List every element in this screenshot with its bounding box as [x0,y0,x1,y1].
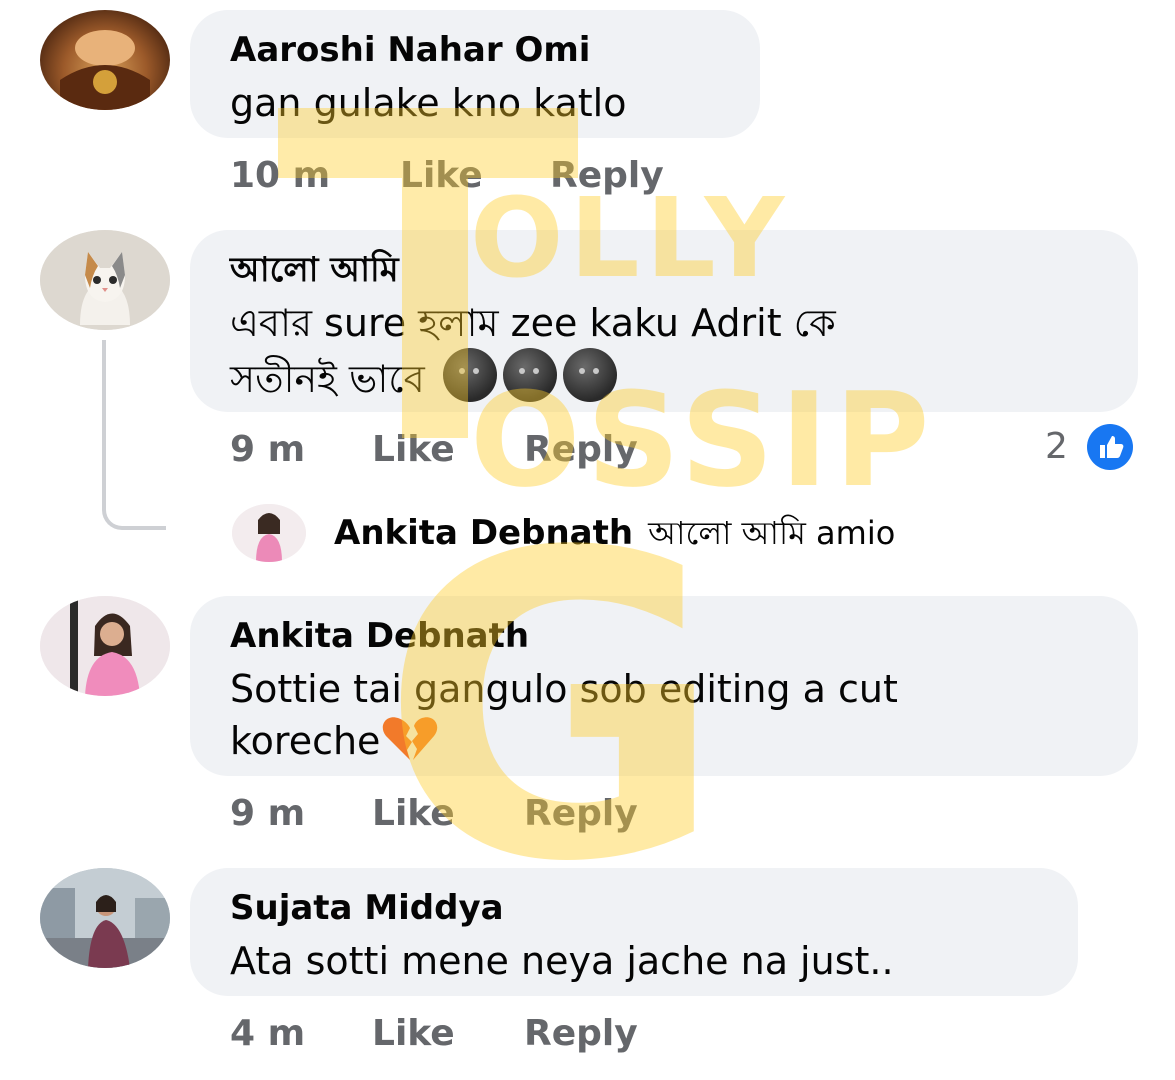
avatar-image [40,868,170,968]
comment-bubble[interactable]: আলো আমি এবার sure হলাম zee kaku Adrit কে… [190,230,1138,412]
like-button[interactable]: Like [400,154,483,198]
avatar-image [232,504,306,562]
comment-bubble[interactable]: Sujata Middya Ata sotti mene neya jache … [190,868,1078,996]
like-button[interactable]: Like [372,1012,455,1056]
avatar[interactable] [40,596,170,696]
comment-author[interactable]: Ankita Debnath [230,616,1098,656]
avatar[interactable] [40,10,170,110]
reply-button[interactable]: Reply [524,792,638,836]
comment-timestamp[interactable]: 9 m [230,792,305,836]
reply-button[interactable]: Reply [550,154,664,198]
avatar-image [40,596,170,696]
comment-actions: 9 m Like Reply [230,428,730,472]
avatar[interactable] [40,230,170,330]
comment-author[interactable]: Sujata Middya [230,888,1038,928]
comment-text: gan gulake kno katlo [230,81,627,125]
new-moon-face-emoji-icon [562,348,617,402]
reply-text: আলো আমি amio [648,514,896,552]
comment-author[interactable]: আলো আমি [230,250,1098,290]
new-moon-face-emoji-icon [502,348,557,402]
comment-actions: 9 m Like Reply [230,792,730,836]
comment-text-line-2: সতীনই ভাবে [230,357,425,401]
like-button[interactable]: Like [372,428,455,472]
reply-button[interactable]: Reply [524,428,638,472]
comment-bubble[interactable]: Aaroshi Nahar Omi gan gulake kno katlo [190,10,760,138]
comment-actions: 4 m Like Reply [230,1012,730,1056]
reply-author[interactable]: Ankita Debnath [334,513,633,553]
comment-bubble[interactable]: Ankita Debnath Sottie tai gangulo sob ed… [190,596,1138,776]
reply-button[interactable]: Reply [524,1012,638,1056]
thread-connector [102,340,166,530]
comment-text: Ata sotti mene neya jache na just.. [230,939,894,983]
like-reaction-icon [1087,424,1133,470]
broken-heart-emoji-icon [383,717,438,760]
comment-text-line-2-wrap: সতীনই ভাবে [230,348,1098,404]
comment-timestamp[interactable]: 10 m [230,154,330,198]
reply-content: Ankita Debnath আলো আমি amio [334,512,895,560]
comment-actions: 10 m Like Reply [230,154,730,198]
comment-author[interactable]: Aaroshi Nahar Omi [230,30,720,70]
comment-text-line-1: Sottie tai gangulo sob editing a cut [230,667,898,711]
reaction-count: 2 [1045,426,1068,467]
like-button[interactable]: Like [372,792,455,836]
comment-timestamp[interactable]: 9 m [230,428,305,472]
comment-text-line-2-wrap: koreche [230,714,1098,766]
avatar[interactable] [232,504,306,562]
avatar[interactable] [40,868,170,968]
comment-text-line-2: koreche [230,719,381,763]
comment-text-line-1: এবার sure হলাম zee kaku Adrit কে [230,301,836,345]
avatar-image [40,230,170,330]
new-moon-face-emoji-icon [442,348,497,402]
comment-timestamp[interactable]: 4 m [230,1012,305,1056]
reaction-summary[interactable]: 2 [1045,424,1140,470]
avatar-image [60,30,150,110]
